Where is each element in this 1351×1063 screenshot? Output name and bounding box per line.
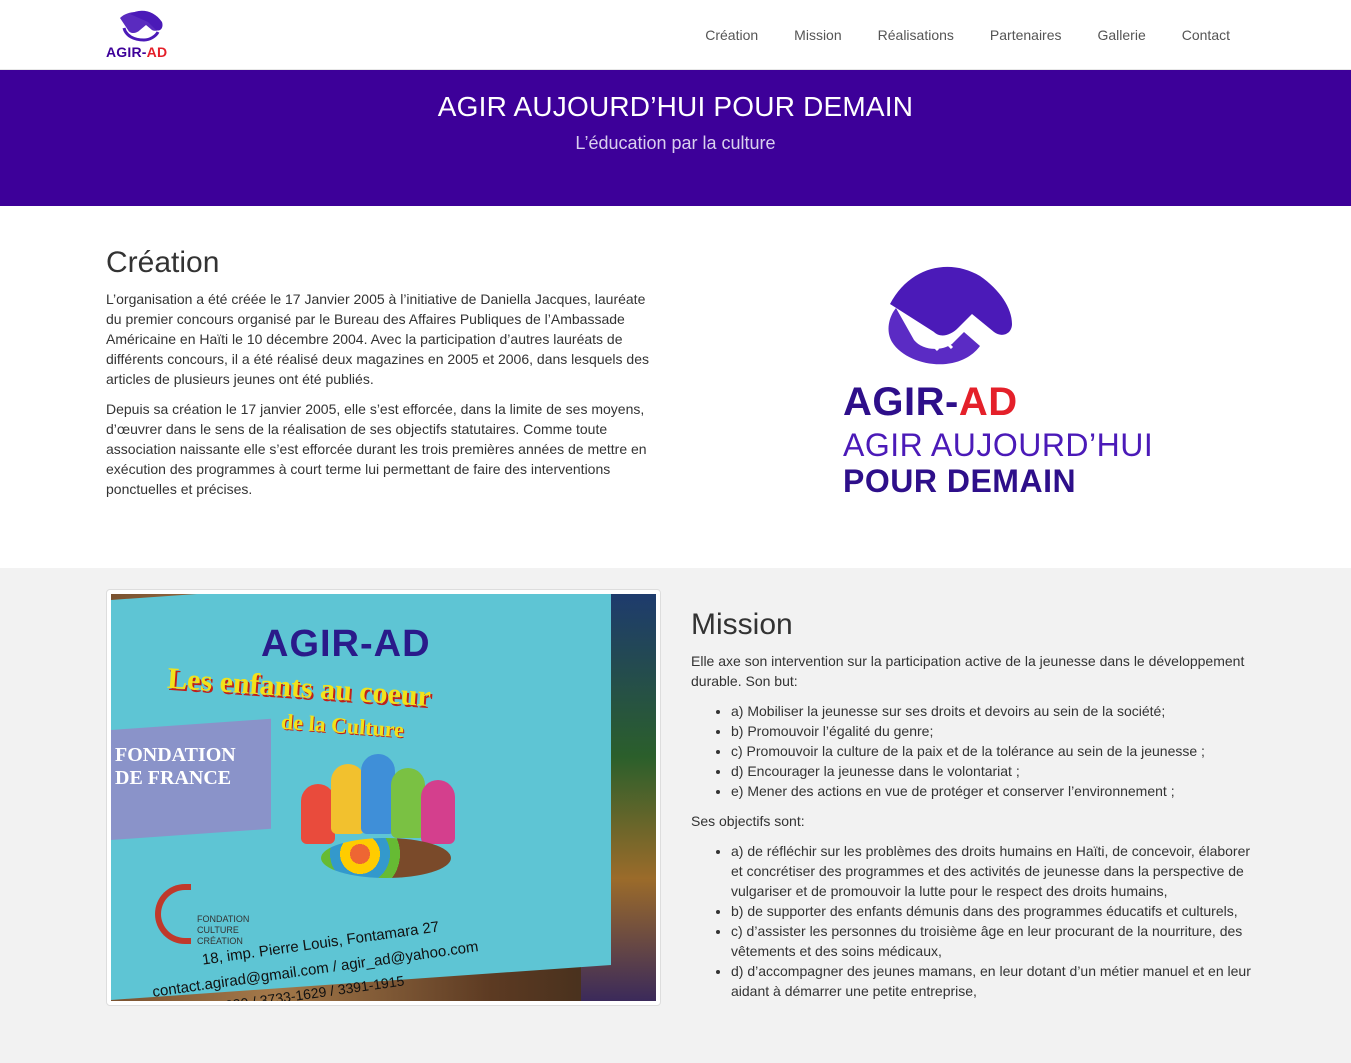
mission-photo-frame: AGIR-AD Les enfants au coeur de la Cultu…	[106, 589, 661, 1006]
logo-line-1: AGIR AUJOURD’HUI	[843, 427, 1154, 463]
nav-item-gallerie[interactable]: Gallerie	[1098, 25, 1146, 45]
child-3	[361, 754, 395, 834]
creation-text: Création L’organisation a été créée le 1…	[106, 246, 654, 509]
mission-goals-list: a) Mobiliser la jeunesse sur ses droits …	[731, 701, 1251, 801]
creation-paragraph-1: L’organisation a été créée le 17 Janvier…	[106, 291, 649, 387]
mission-section: AGIR-AD Les enfants au coeur de la Cultu…	[0, 568, 1351, 1063]
mission-text: Mission Elle axe son intervention sur la…	[691, 608, 1251, 1011]
nav-item-partenaires[interactable]: Partenaires	[990, 25, 1062, 45]
logo-name: AGIR-AD	[843, 380, 1018, 424]
hero-banner: AGIR AUJOURD’HUI POUR DEMAIN L’éducation…	[0, 70, 1351, 206]
banner-title: AGIR-AD	[261, 623, 431, 665]
children-illustration	[301, 754, 471, 884]
list-item: c) Promouvoir la culture de la paix et d…	[731, 741, 1251, 761]
list-item: b) Promouvoir l’égalité du genre;	[731, 721, 1251, 741]
list-item: d) Encourager la jeunesse dans le volont…	[731, 761, 1251, 781]
creation-paragraph-2: Depuis sa création le 17 janvier 2005, e…	[106, 401, 647, 497]
list-item: b) de supporter des enfants démunis dans…	[731, 901, 1251, 921]
objectives-intro: Ses objectifs sont:	[691, 813, 805, 829]
nav-item-realisations[interactable]: Réalisations	[878, 25, 954, 45]
banner-sponsor: FONDATION DE FRANCE	[115, 744, 236, 789]
agir-ad-logo: AGIR-AD AGIR AUJOURD’HUI POUR DEMAIN	[840, 258, 1180, 498]
hero-title: AGIR AUJOURD’HUI POUR DEMAIN	[437, 91, 914, 122]
logo-line-2: POUR DEMAIN	[843, 463, 1077, 499]
mission-title: Mission	[691, 608, 793, 641]
mission-objectives-list: a) de réfléchir sur les problèmes des dr…	[731, 841, 1251, 1001]
creation-section: Création L’organisation a été créée le 1…	[0, 206, 1351, 568]
list-item: e) Mener des actions en vue de protéger …	[731, 781, 1251, 801]
nav-item-contact[interactable]: Contact	[1182, 25, 1230, 45]
nav-item-mission[interactable]: Mission	[794, 25, 841, 45]
child-4	[391, 768, 425, 838]
child-1	[301, 784, 335, 844]
paint-palette	[321, 838, 451, 878]
child-2	[331, 764, 365, 834]
brand-text: AGIR-AD	[106, 44, 168, 60]
nav-item-creation[interactable]: Création	[705, 25, 758, 45]
list-item: d) d’accompagner des jeunes mamans, en l…	[731, 961, 1251, 1001]
brand-logo[interactable]: AGIR-AD	[106, 8, 178, 62]
list-item: a) Mobiliser la jeunesse sur ses droits …	[731, 701, 1251, 721]
hero-subtitle: L’éducation par la culture	[575, 133, 776, 153]
main-nav: Création Mission Réalisations Partenaire…	[669, 0, 1230, 70]
mission-photo: AGIR-AD Les enfants au coeur de la Cultu…	[111, 594, 656, 1001]
navbar: AGIR-AD Création Mission Réalisations Pa…	[0, 0, 1351, 70]
child-5	[421, 780, 455, 844]
list-item: a) de réfléchir sur les problèmes des dr…	[731, 841, 1251, 901]
list-item: c) d’assister les personnes du troisième…	[731, 921, 1251, 961]
mission-intro: Elle axe son intervention sur la partici…	[691, 653, 1245, 689]
creation-title: Création	[106, 246, 220, 279]
